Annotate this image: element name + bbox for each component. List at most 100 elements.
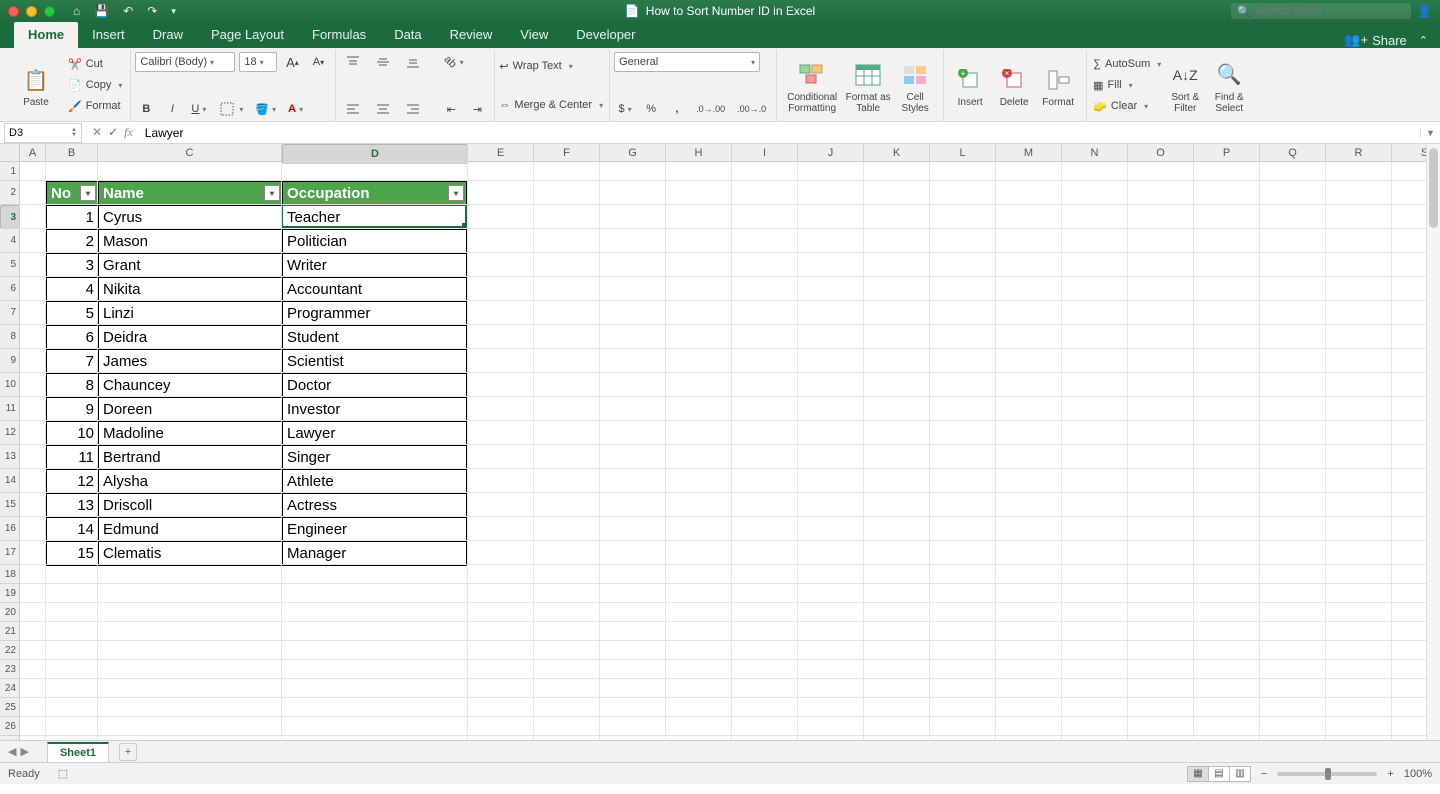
search-sheet-input[interactable] — [1255, 5, 1395, 17]
copy-button[interactable]: 📄Copy▾ — [66, 75, 124, 95]
normal-view-button[interactable]: ▦ — [1187, 766, 1209, 782]
accounting-format-button[interactable]: $▾ — [614, 99, 636, 119]
format-painter-button[interactable]: 🖌️Format — [66, 96, 124, 116]
decrease-font-button[interactable]: A▾ — [307, 52, 329, 72]
align-center-button[interactable] — [370, 99, 396, 119]
clear-button[interactable]: 🧽Clear▾ — [1091, 96, 1163, 116]
data-table[interactable]: No▾Name▾Occupation▾1CyrusTeacher2MasonPo… — [46, 181, 467, 566]
column-header-P[interactable]: P — [1194, 144, 1260, 162]
table-row[interactable]: 11BertrandSinger — [47, 446, 467, 470]
zoom-level[interactable]: 100% — [1404, 768, 1432, 780]
column-header-G[interactable]: G — [600, 144, 666, 162]
next-sheet-button[interactable]: ▶ — [20, 745, 28, 758]
table-header-no[interactable]: No▾ — [47, 182, 99, 206]
close-window-button[interactable] — [8, 6, 19, 17]
fill-button[interactable]: ▦Fill▾ — [1091, 75, 1163, 95]
tab-home[interactable]: Home — [14, 22, 78, 48]
align-right-button[interactable] — [400, 99, 426, 119]
table-row[interactable]: 7JamesScientist — [47, 350, 467, 374]
tab-review[interactable]: Review — [436, 22, 507, 48]
font-name-select[interactable]: Calibri (Body)▾ — [135, 52, 235, 72]
comma-format-button[interactable]: , — [666, 99, 688, 119]
column-header-I[interactable]: I — [732, 144, 798, 162]
column-header-L[interactable]: L — [930, 144, 996, 162]
table-row[interactable]: 13DriscollActress — [47, 494, 467, 518]
tab-page-layout[interactable]: Page Layout — [197, 22, 298, 48]
row-header-10[interactable]: 10 — [0, 373, 20, 397]
filter-button-name[interactable]: ▾ — [264, 185, 280, 201]
column-header-M[interactable]: M — [996, 144, 1062, 162]
row-header-13[interactable]: 13 — [0, 445, 20, 469]
user-presence-icon[interactable]: 👤 — [1417, 4, 1432, 18]
tab-data[interactable]: Data — [380, 22, 435, 48]
underline-button[interactable]: U▾ — [187, 99, 210, 119]
decrease-decimal-button[interactable]: .00→.0 — [733, 99, 770, 119]
enter-formula-button[interactable]: ✓ — [108, 125, 118, 140]
row-header-18[interactable]: 18 — [0, 565, 20, 584]
home-icon[interactable]: ⌂ — [73, 4, 80, 18]
add-sheet-button[interactable]: + — [119, 743, 137, 761]
scroll-thumb[interactable] — [1429, 148, 1438, 228]
table-header-occupation[interactable]: Occupation▾ — [283, 182, 467, 206]
row-header-9[interactable]: 9 — [0, 349, 20, 373]
align-middle-button[interactable] — [370, 52, 396, 72]
table-row[interactable]: 8ChaunceyDoctor — [47, 374, 467, 398]
expand-formula-bar-button[interactable]: ▼ — [1420, 128, 1440, 138]
font-color-button[interactable]: A▾ — [284, 99, 307, 119]
table-row[interactable]: 6DeidraStudent — [47, 326, 467, 350]
align-bottom-button[interactable] — [400, 52, 426, 72]
zoom-out-button[interactable]: − — [1261, 768, 1267, 780]
row-header-15[interactable]: 15 — [0, 493, 20, 517]
row-header-11[interactable]: 11 — [0, 397, 20, 421]
row-header-25[interactable]: 25 — [0, 698, 20, 717]
row-header-5[interactable]: 5 — [0, 253, 20, 277]
table-row[interactable]: 12AlyshaAthlete — [47, 470, 467, 494]
table-row[interactable]: 5LinziProgrammer — [47, 302, 467, 326]
qat-customize-icon[interactable]: ▾ — [171, 6, 176, 17]
redo-icon[interactable]: ↷ — [147, 4, 157, 18]
table-row[interactable]: 9DoreenInvestor — [47, 398, 467, 422]
column-header-J[interactable]: J — [798, 144, 864, 162]
minimize-window-button[interactable] — [26, 6, 37, 17]
page-layout-view-button[interactable]: ▤ — [1208, 766, 1230, 782]
conditional-formatting-button[interactable]: Conditional Formatting — [781, 52, 843, 119]
font-size-select[interactable]: 18▾ — [239, 52, 277, 72]
row-header-26[interactable]: 26 — [0, 717, 20, 736]
prev-sheet-button[interactable]: ◀ — [8, 745, 16, 758]
table-header-name[interactable]: Name▾ — [99, 182, 283, 206]
row-header-22[interactable]: 22 — [0, 641, 20, 660]
row-header-23[interactable]: 23 — [0, 660, 20, 679]
align-top-button[interactable] — [340, 52, 366, 72]
find-select-button[interactable]: 🔍 Find & Select — [1207, 52, 1251, 119]
percent-format-button[interactable]: % — [640, 99, 662, 119]
fx-button[interactable]: fx — [124, 125, 133, 140]
zoom-slider[interactable] — [1277, 772, 1377, 776]
row-header-2[interactable]: 2 — [0, 181, 20, 205]
row-header-1[interactable]: 1 — [0, 162, 20, 181]
row-header-16[interactable]: 16 — [0, 517, 20, 541]
column-header-R[interactable]: R — [1326, 144, 1392, 162]
filter-button-occupation[interactable]: ▾ — [448, 185, 464, 201]
row-header-17[interactable]: 17 — [0, 541, 20, 565]
format-cells-button[interactable]: Format — [1036, 52, 1080, 119]
table-row[interactable]: 1CyrusTeacher — [47, 206, 467, 230]
table-row[interactable]: 15ClematisManager — [47, 542, 467, 566]
sheet-tab-sheet1[interactable]: Sheet1 — [47, 742, 109, 762]
macro-record-icon[interactable]: ⬚ — [58, 767, 68, 780]
cell-styles-button[interactable]: Cell Styles — [893, 52, 937, 119]
delete-cells-button[interactable]: × Delete — [992, 52, 1036, 119]
column-header-Q[interactable]: Q — [1260, 144, 1326, 162]
fill-color-button[interactable]: 🪣▾ — [251, 99, 280, 119]
tab-draw[interactable]: Draw — [139, 22, 197, 48]
column-header-D[interactable]: D — [282, 144, 468, 164]
orientation-button[interactable]: ab▾ — [440, 52, 467, 72]
row-header-12[interactable]: 12 — [0, 421, 20, 445]
table-row[interactable]: 10MadolineLawyer — [47, 422, 467, 446]
column-header-B[interactable]: B — [46, 144, 98, 162]
column-header-O[interactable]: O — [1128, 144, 1194, 162]
select-all-corner[interactable] — [0, 144, 20, 162]
merge-center-button[interactable]: ⇔Merge & Center▾ — [499, 91, 603, 119]
tab-insert[interactable]: Insert — [78, 22, 139, 48]
row-header-24[interactable]: 24 — [0, 679, 20, 698]
row-header-7[interactable]: 7 — [0, 301, 20, 325]
